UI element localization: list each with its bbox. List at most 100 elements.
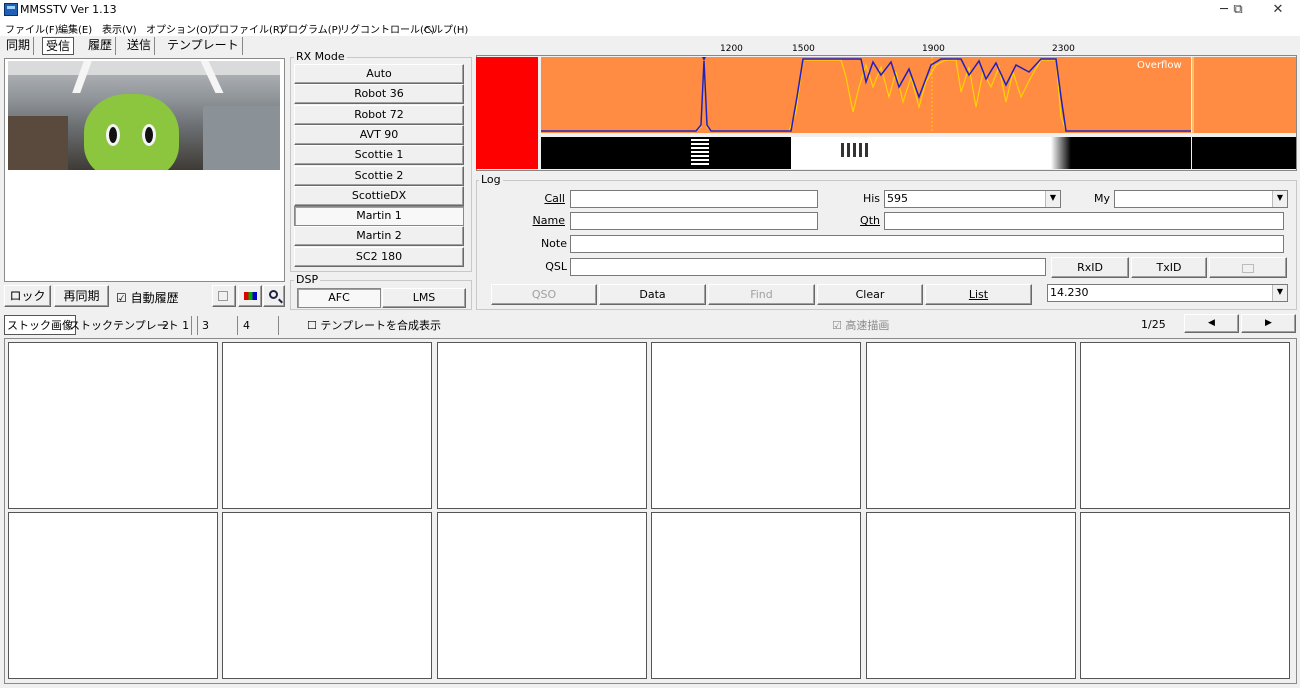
rx-mode-sc2-180-button[interactable]: SC2 180 <box>294 246 464 267</box>
stock-image-slot[interactable] <box>865 512 1076 679</box>
tab-sync[interactable]: 同期 <box>3 37 35 55</box>
stock-image-slot[interactable] <box>8 342 218 509</box>
tab-template[interactable]: テンプレート <box>164 37 243 55</box>
stock-image-slot[interactable] <box>436 342 647 509</box>
stock-tab-4[interactable]: 4 <box>241 316 279 335</box>
composite-label: テンプレートを合成表示 <box>320 319 442 332</box>
close-icon: ✕ <box>1272 2 1284 17</box>
prev-icon: ◀ <box>1208 318 1215 328</box>
stock-tab-3[interactable]: 3 <box>200 316 238 335</box>
color-bar-button[interactable] <box>238 285 262 307</box>
composite-checkbox[interactable]: ☐ テンプレートを合成表示 <box>307 317 441 333</box>
rx-mode-avt-90-button[interactable]: AVT 90 <box>294 124 464 145</box>
auto-history-checkbox[interactable]: ☑ 自動履歴 <box>116 289 179 306</box>
stock-image-slot[interactable] <box>222 512 433 679</box>
menu-view[interactable]: 表示(V) <box>102 21 137 36</box>
next-page-button[interactable]: ▶ <box>1241 314 1296 333</box>
rx-mode-martin-2-button[interactable]: Martin 2 <box>294 226 464 247</box>
log-label: Log <box>479 173 503 186</box>
zoom-button[interactable] <box>263 285 285 307</box>
note-input[interactable] <box>570 235 1284 253</box>
copy-button[interactable] <box>212 285 236 307</box>
tab-history[interactable]: 履歴 <box>85 37 117 55</box>
qso-button[interactable]: QSO <box>491 284 597 305</box>
freq-tick-1500: 1500 <box>792 44 815 54</box>
stock-image-slot[interactable] <box>865 342 1076 509</box>
rx-mode-auto-button[interactable]: Auto <box>294 64 464 84</box>
menu-help[interactable]: ヘルプ(H) <box>423 21 468 36</box>
fast-draw-label: 高速描画 <box>845 319 890 332</box>
waterfall-right <box>1192 137 1296 169</box>
tab-tx[interactable]: 送信 <box>124 37 156 55</box>
rx-mode-robot-36-button[interactable]: Robot 36 <box>294 84 464 105</box>
list-button[interactable]: List <box>925 284 1032 305</box>
lock-button[interactable]: ロック <box>4 285 51 307</box>
abc-button[interactable] <box>1209 257 1287 278</box>
stock-image-slot[interactable] <box>1080 512 1290 679</box>
resync-button[interactable]: 再同期 <box>54 285 109 307</box>
stock-image-slot[interactable] <box>8 512 218 679</box>
stock-tab-images[interactable]: ストック画像 <box>4 315 76 335</box>
spectrum-display[interactable] <box>541 57 1191 133</box>
auto-history-check-glyph: ☑ <box>116 291 127 305</box>
qth-label: Qth <box>860 214 880 227</box>
fast-draw-checkbox[interactable]: ☑ 高速描画 <box>832 317 889 333</box>
menu-program[interactable]: プログラム(P) <box>278 21 342 36</box>
mascot-eye <box>142 124 156 146</box>
clear-button[interactable]: Clear <box>817 284 923 305</box>
stock-image-slot[interactable] <box>651 342 862 509</box>
freq-tick-1900: 1900 <box>922 44 945 54</box>
rx-mode-scottie-1-button[interactable]: Scottie 1 <box>294 145 464 166</box>
note-label: Note <box>540 237 567 250</box>
close-button[interactable]: ✕ <box>1258 0 1298 20</box>
rx-mode-scottie-2-button[interactable]: Scottie 2 <box>294 165 464 186</box>
chevron-down-icon: ▼ <box>1272 285 1287 301</box>
txid-button[interactable]: TxID <box>1131 257 1207 278</box>
waterfall-noise <box>841 143 871 157</box>
frequency-select[interactable]: 14.230 ▼ <box>1047 284 1288 302</box>
data-button[interactable]: Data <box>599 284 706 305</box>
his-select[interactable]: 595 ▼ <box>884 190 1061 208</box>
prev-page-button[interactable]: ◀ <box>1184 314 1239 333</box>
rx-image <box>8 61 280 170</box>
find-button[interactable]: Find <box>708 284 815 305</box>
rx-mode-scottiedx-button[interactable]: ScottieDX <box>294 185 464 206</box>
shelf <box>8 116 68 170</box>
window-title: MMSSTV Ver 1.13 <box>20 3 117 16</box>
name-label: Name <box>532 214 565 227</box>
call-input[interactable] <box>570 190 818 208</box>
menu-profile[interactable]: プロファイル(R) <box>209 21 284 36</box>
his-value: 595 <box>887 192 908 205</box>
tune-marker <box>702 57 706 61</box>
abc-icon <box>1242 264 1254 273</box>
fast-draw-check-glyph: ☑ <box>832 319 842 332</box>
menu-edit[interactable]: 編集(E) <box>58 21 92 36</box>
afc-button[interactable]: AFC <box>297 288 381 308</box>
my-label: My <box>1093 192 1110 205</box>
stock-tab-2[interactable]: 2 <box>160 316 198 335</box>
qsl-label: QSL <box>545 260 567 273</box>
magnifier-handle <box>278 298 283 304</box>
stock-image-slot[interactable] <box>222 342 433 509</box>
menu-file[interactable]: ファイル(F) <box>5 21 59 36</box>
restore-icon: ⧉ <box>1233 2 1243 17</box>
stock-image-slot[interactable] <box>1080 342 1290 509</box>
stock-image-slot[interactable] <box>436 512 647 679</box>
freq-tick-1200: 1200 <box>720 44 743 54</box>
level-indicator <box>476 57 538 169</box>
name-input[interactable] <box>570 212 818 230</box>
stock-image-slot[interactable] <box>651 512 862 679</box>
menu-options[interactable]: オプション(O) <box>146 21 212 36</box>
qsl-input[interactable] <box>570 258 1046 276</box>
rx-mode-robot-72-button[interactable]: Robot 72 <box>294 104 464 125</box>
my-select[interactable]: ▼ <box>1114 190 1288 208</box>
rx-mode-martin-1-button[interactable]: Martin 1 <box>294 206 464 227</box>
rxid-button[interactable]: RxID <box>1051 257 1129 278</box>
tab-rx[interactable]: 受信 <box>42 37 75 55</box>
freq-tick-2300: 2300 <box>1052 44 1075 54</box>
level-trace <box>541 58 1191 132</box>
qth-input[interactable] <box>884 212 1284 230</box>
lms-button[interactable]: LMS <box>382 288 466 308</box>
menu-rig-control[interactable]: リグコントロール(C) <box>340 21 435 36</box>
restore-button[interactable]: ⧉ <box>1218 0 1258 20</box>
